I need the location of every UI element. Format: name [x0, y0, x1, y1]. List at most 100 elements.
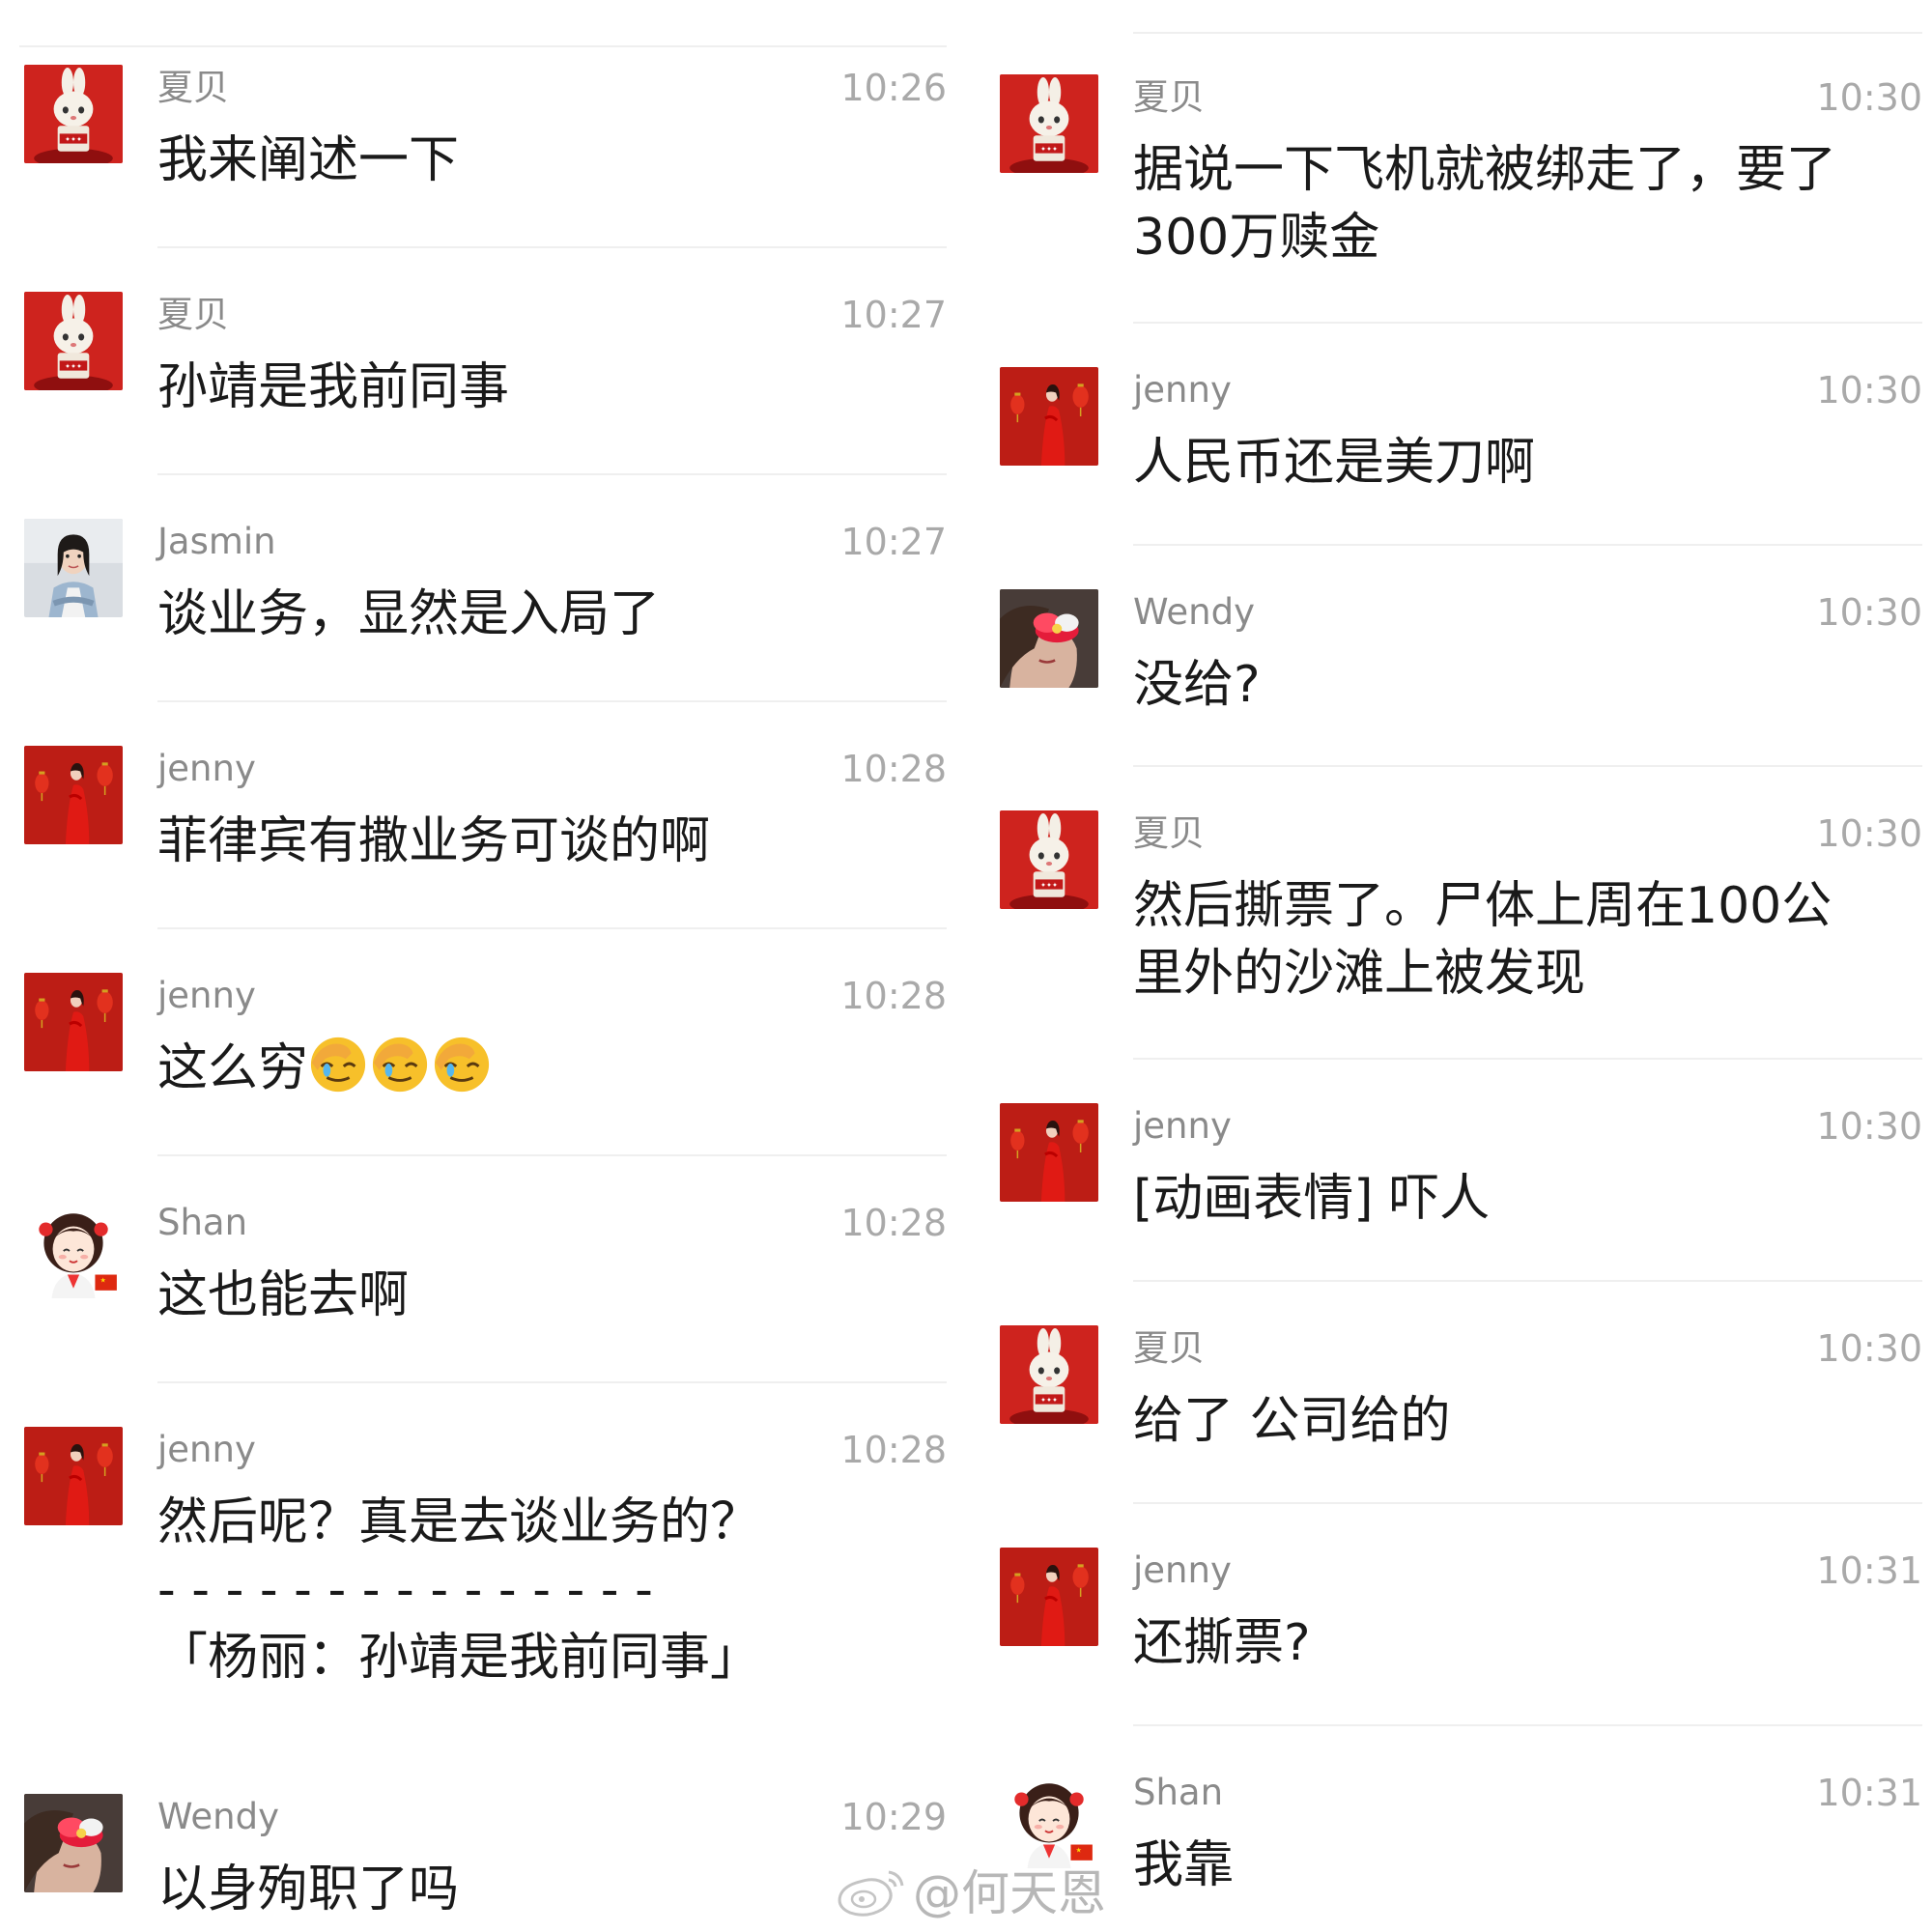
sender-name: 夏贝: [1133, 76, 1205, 118]
message-time: 10:28: [840, 1429, 947, 1471]
red-bunny-avatar[interactable]: [1000, 810, 1098, 909]
facepalm-emoji: [432, 1035, 492, 1094]
message-text-content: 还撕票?: [1133, 1614, 1311, 1672]
message-time: 10:27: [840, 521, 947, 563]
red-bunny-avatar[interactable]: [24, 292, 123, 390]
message-time: 10:28: [840, 975, 947, 1017]
message-text-content: 给了 公司给的: [1133, 1392, 1451, 1450]
message-divider: [157, 700, 947, 702]
message-text: 给了 公司给的: [1133, 1387, 1916, 1455]
message-text: 以身殉职了吗: [157, 1856, 940, 1923]
red-lantern-avatar[interactable]: [1000, 1548, 1098, 1646]
message-text: 这也能去啊: [157, 1262, 940, 1329]
sender-name: Wendy: [157, 1796, 280, 1837]
message-text-content: 菲律宾有撒业务可谈的啊: [157, 812, 711, 870]
message-time: 10:26: [840, 67, 947, 109]
chat-column-right: 夏贝 10:30 据说一下飞机就被绑走了，要了 300万赎金 jenny 10:30 人民…: [976, 0, 1922, 1932]
message-text: [动画表情] 吓人: [1133, 1165, 1916, 1233]
message-divider: [1133, 32, 1922, 34]
red-lantern-avatar[interactable]: [24, 1427, 123, 1525]
sender-name: jenny: [1133, 1105, 1232, 1147]
message-divider: [157, 246, 947, 248]
message-divider: [1133, 544, 1922, 546]
message-divider: [1133, 1058, 1922, 1060]
facepalm-emoji: [370, 1035, 430, 1094]
woman-portrait-avatar[interactable]: [24, 519, 123, 617]
message-time: 10:30: [1816, 369, 1922, 412]
message-text: 然后呢？真是去谈业务的？ - - - - - - - - - - - - - -…: [157, 1489, 940, 1691]
message-time: 10:27: [840, 294, 947, 336]
message-text-content: 以身殉职了吗: [157, 1861, 460, 1918]
message-divider: [157, 1154, 947, 1156]
red-bunny-avatar[interactable]: [24, 65, 123, 163]
sender-name: jenny: [157, 748, 256, 789]
message-text-content: 谈业务，显然是入局了: [157, 585, 661, 643]
sender-name: jenny: [157, 975, 256, 1016]
watermark: @何天恩: [913, 1865, 1106, 1921]
sender-name: jenny: [157, 1429, 256, 1470]
message-text-content: 这也能去啊: [157, 1266, 410, 1324]
message-divider: [1133, 322, 1922, 324]
message-text: 据说一下飞机就被绑走了，要了 300万赎金: [1133, 136, 1916, 271]
message-text: 没给?: [1133, 651, 1916, 719]
facepalm-emoji: [308, 1035, 368, 1094]
sender-name: 夏贝: [1133, 1327, 1205, 1369]
flower-face-avatar[interactable]: [24, 1794, 123, 1892]
message-text: 这么穷: [157, 1035, 940, 1102]
message-text-content: 我靠: [1133, 1836, 1235, 1894]
sender-name: 夏贝: [157, 294, 229, 335]
message-divider: [19, 45, 947, 47]
red-lantern-avatar[interactable]: [1000, 367, 1098, 466]
sender-name: 夏贝: [1133, 812, 1205, 854]
sender-name: jenny: [1133, 1549, 1232, 1591]
message-text-content: 然后呢？真是去谈业务的？ - - - - - - - - - - - - - -…: [157, 1493, 761, 1687]
message-text: 菲律宾有撒业务可谈的啊: [157, 808, 940, 875]
message-text-content: 孙靖是我前同事: [157, 358, 510, 416]
sender-name: jenny: [1133, 369, 1232, 411]
message-divider: [157, 927, 947, 929]
message-text-content: 据说一下飞机就被绑走了，要了 300万赎金: [1133, 141, 1837, 267]
message-text: 我靠: [1133, 1832, 1916, 1899]
message-text: 谈业务，显然是入局了: [157, 581, 940, 648]
message-time: 10:30: [1816, 812, 1922, 855]
sender-name: Shan: [1133, 1772, 1224, 1813]
message-text: 还撕票?: [1133, 1609, 1916, 1677]
red-lantern-avatar[interactable]: [24, 973, 123, 1071]
sender-name: Wendy: [1133, 591, 1256, 633]
weibo-icon: [838, 1870, 904, 1917]
chat-column-left: 夏贝 10:26 我来阐述一下 夏贝 10:27 孙靖是我前同事 Jasmin 10:27 谈业…: [0, 0, 947, 1932]
message-time: 10:30: [1816, 1327, 1922, 1370]
sender-name: Jasmin: [157, 521, 276, 562]
message-text: 然后撕票了。尸体上周在100公 里外的沙滩上被发现: [1133, 872, 1916, 1008]
message-time: 10:31: [1816, 1549, 1922, 1592]
message-divider: [1133, 765, 1922, 767]
message-text-content: 这么穷: [157, 1039, 309, 1097]
cartoon-girl-avatar[interactable]: [1000, 1770, 1098, 1868]
red-lantern-avatar[interactable]: [24, 746, 123, 844]
message-time: 10:30: [1816, 1105, 1922, 1148]
message-divider: [157, 1381, 947, 1383]
message-text-content: 然后撕票了。尸体上周在100公 里外的沙滩上被发现: [1133, 877, 1833, 1003]
red-bunny-avatar[interactable]: [1000, 74, 1098, 173]
message-divider: [1133, 1724, 1922, 1726]
message-time: 10:31: [1816, 1772, 1922, 1814]
message-text: 人民币还是美刀啊: [1133, 429, 1916, 497]
red-lantern-avatar[interactable]: [1000, 1103, 1098, 1202]
message-divider: [1133, 1280, 1922, 1282]
red-bunny-avatar[interactable]: [1000, 1325, 1098, 1424]
message-time: 10:28: [840, 1202, 947, 1244]
sender-name: 夏贝: [157, 67, 229, 108]
message-divider: [157, 473, 947, 475]
sender-name: Shan: [157, 1202, 248, 1243]
cartoon-girl-avatar[interactable]: [24, 1200, 123, 1298]
message-text-content: 人民币还是美刀啊: [1133, 434, 1536, 492]
flower-face-avatar[interactable]: [1000, 589, 1098, 688]
message-text-content: 我来阐述一下: [157, 131, 460, 189]
message-text-content: [动画表情] 吓人: [1133, 1170, 1491, 1228]
message-text: 孙靖是我前同事: [157, 354, 940, 421]
message-divider: [1133, 1502, 1922, 1504]
message-time: 10:28: [840, 748, 947, 790]
message-time: 10:30: [1816, 591, 1922, 634]
message-time: 10:30: [1816, 76, 1922, 119]
message-text: 我来阐述一下: [157, 127, 940, 194]
